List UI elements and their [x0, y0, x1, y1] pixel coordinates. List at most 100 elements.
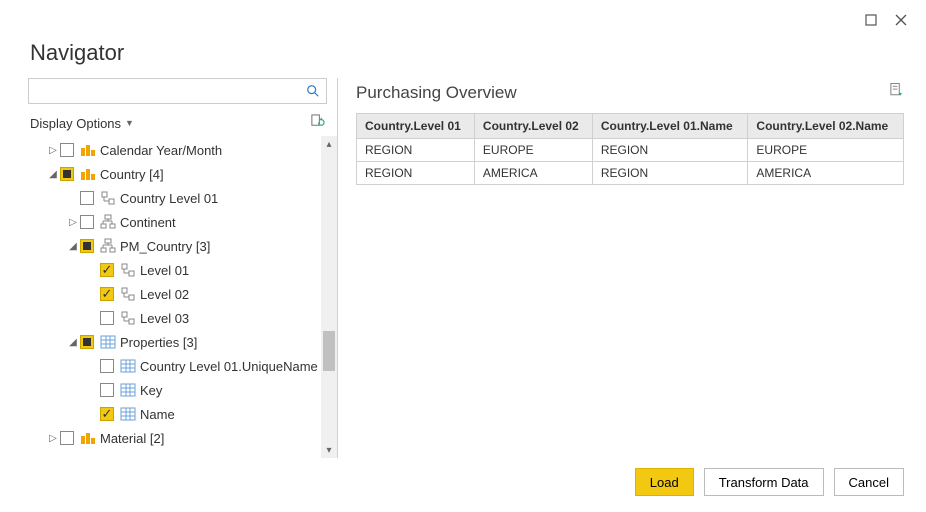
hierarchy-level-icon — [120, 286, 136, 302]
node-label: Country [4] — [100, 167, 164, 182]
tree-node-level02[interactable]: ✓ Level 02 — [28, 282, 337, 306]
page-title: Navigator — [30, 40, 896, 66]
display-options-dropdown[interactable]: Display Options ▼ — [30, 116, 134, 131]
node-label: PM_Country [3] — [120, 239, 210, 254]
checkbox-partial[interactable] — [80, 335, 94, 349]
expand-icon[interactable]: ▷ — [66, 217, 80, 228]
checkbox-partial[interactable] — [80, 239, 94, 253]
cell: REGION — [592, 139, 748, 162]
checkbox-partial[interactable] — [60, 167, 74, 181]
cell: AMERICA — [474, 162, 592, 185]
hierarchy-icon — [100, 238, 116, 254]
hierarchy-level-icon — [100, 190, 116, 206]
cell: REGION — [357, 139, 475, 162]
tree-node-country-level01[interactable]: Country Level 01 — [28, 186, 337, 210]
hierarchy-icon — [100, 214, 116, 230]
table-row: REGION AMERICA REGION AMERICA — [357, 162, 904, 185]
scroll-down-icon[interactable]: ▾ — [321, 442, 337, 458]
table-row: REGION EUROPE REGION EUROPE — [357, 139, 904, 162]
table-icon — [120, 382, 136, 398]
tree-node-pm-country[interactable]: ◢ PM_Country [3] — [28, 234, 337, 258]
node-label: Key — [140, 383, 162, 398]
table-icon — [100, 334, 116, 350]
scroll-thumb[interactable] — [323, 331, 335, 371]
checkbox[interactable] — [100, 311, 114, 325]
cell: EUROPE — [748, 139, 904, 162]
node-label: Level 01 — [140, 263, 189, 278]
navigator-window: Navigator Display Options ▼ — [0, 0, 926, 512]
tree-node-key[interactable]: Key — [28, 378, 337, 402]
checkbox-checked[interactable]: ✓ — [100, 263, 114, 277]
titlebar — [0, 0, 926, 40]
checkbox-checked[interactable]: ✓ — [100, 407, 114, 421]
node-label: Country Level 01.UniqueName — [140, 359, 318, 374]
display-options-label: Display Options — [30, 116, 121, 131]
close-button[interactable] — [886, 5, 916, 35]
dimension-icon — [80, 430, 96, 446]
table-icon — [120, 358, 136, 374]
header: Navigator — [0, 40, 926, 78]
node-label: Level 03 — [140, 311, 189, 326]
node-label: Properties [3] — [120, 335, 197, 350]
checkbox[interactable] — [80, 215, 94, 229]
hierarchy-level-icon — [120, 310, 136, 326]
tree-node-country[interactable]: ◢ Country [4] — [28, 162, 337, 186]
search-input[interactable] — [28, 78, 327, 104]
col-header[interactable]: Country.Level 01.Name — [592, 114, 748, 139]
left-pane: Display Options ▼ ▷ Calendar Year/Month — [28, 78, 338, 458]
search-icon — [306, 84, 320, 98]
footer-buttons: Load Transform Data Cancel — [635, 468, 904, 496]
dimension-icon — [80, 166, 96, 182]
cell: AMERICA — [748, 162, 904, 185]
tree-scroll: ▷ Calendar Year/Month ◢ Country [4] — [28, 136, 337, 458]
tree-node-properties[interactable]: ◢ Properties [3] — [28, 330, 337, 354]
preview-options-icon[interactable] — [889, 82, 904, 103]
nav-tree: ▷ Calendar Year/Month ◢ Country [4] — [28, 136, 337, 452]
table-header-row: Country.Level 01 Country.Level 02 Countr… — [357, 114, 904, 139]
tree-node-material[interactable]: ▷ Material [2] — [28, 426, 337, 450]
checkbox-checked[interactable]: ✓ — [100, 287, 114, 301]
tree-node-calendar[interactable]: ▷ Calendar Year/Month — [28, 138, 337, 162]
col-header[interactable]: Country.Level 01 — [357, 114, 475, 139]
checkbox[interactable] — [80, 191, 94, 205]
checkbox[interactable] — [100, 383, 114, 397]
tree-scrollbar[interactable]: ▴ ▾ — [321, 136, 337, 458]
collapse-icon[interactable]: ◢ — [66, 337, 80, 348]
node-label: Material [2] — [100, 431, 164, 446]
preview-title: Purchasing Overview — [356, 83, 517, 103]
right-pane: Purchasing Overview Country.Level 01 Cou… — [338, 78, 926, 458]
expand-icon[interactable]: ▷ — [46, 433, 60, 444]
dimension-icon — [80, 142, 96, 158]
checkbox[interactable] — [100, 359, 114, 373]
hierarchy-level-icon — [120, 262, 136, 278]
tree-node-level03[interactable]: Level 03 — [28, 306, 337, 330]
load-button[interactable]: Load — [635, 468, 694, 496]
node-label: Country Level 01 — [120, 191, 218, 206]
tree-node-level01[interactable]: ✓ Level 01 — [28, 258, 337, 282]
refresh-icon[interactable] — [310, 114, 325, 132]
cell: REGION — [357, 162, 475, 185]
scroll-up-icon[interactable]: ▴ — [321, 136, 337, 152]
cell: REGION — [592, 162, 748, 185]
tree-node-name[interactable]: ✓ Name — [28, 402, 337, 426]
tree-node-continent[interactable]: ▷ Continent — [28, 210, 337, 234]
node-label: Name — [140, 407, 175, 422]
col-header[interactable]: Country.Level 02 — [474, 114, 592, 139]
cancel-button[interactable]: Cancel — [834, 468, 904, 496]
transform-data-button[interactable]: Transform Data — [704, 468, 824, 496]
tree-node-cl01unique[interactable]: Country Level 01.UniqueName — [28, 354, 337, 378]
maximize-button[interactable] — [856, 5, 886, 35]
chevron-down-icon: ▼ — [125, 118, 134, 128]
preview-table: Country.Level 01 Country.Level 02 Countr… — [356, 113, 904, 185]
expand-icon[interactable]: ▷ — [46, 145, 60, 156]
collapse-icon[interactable]: ◢ — [46, 169, 60, 180]
checkbox[interactable] — [60, 143, 74, 157]
col-header[interactable]: Country.Level 02.Name — [748, 114, 904, 139]
checkbox[interactable] — [60, 431, 74, 445]
table-icon — [120, 406, 136, 422]
node-label: Calendar Year/Month — [100, 143, 222, 158]
node-label: Continent — [120, 215, 176, 230]
node-label: Level 02 — [140, 287, 189, 302]
collapse-icon[interactable]: ◢ — [66, 241, 80, 252]
cell: EUROPE — [474, 139, 592, 162]
